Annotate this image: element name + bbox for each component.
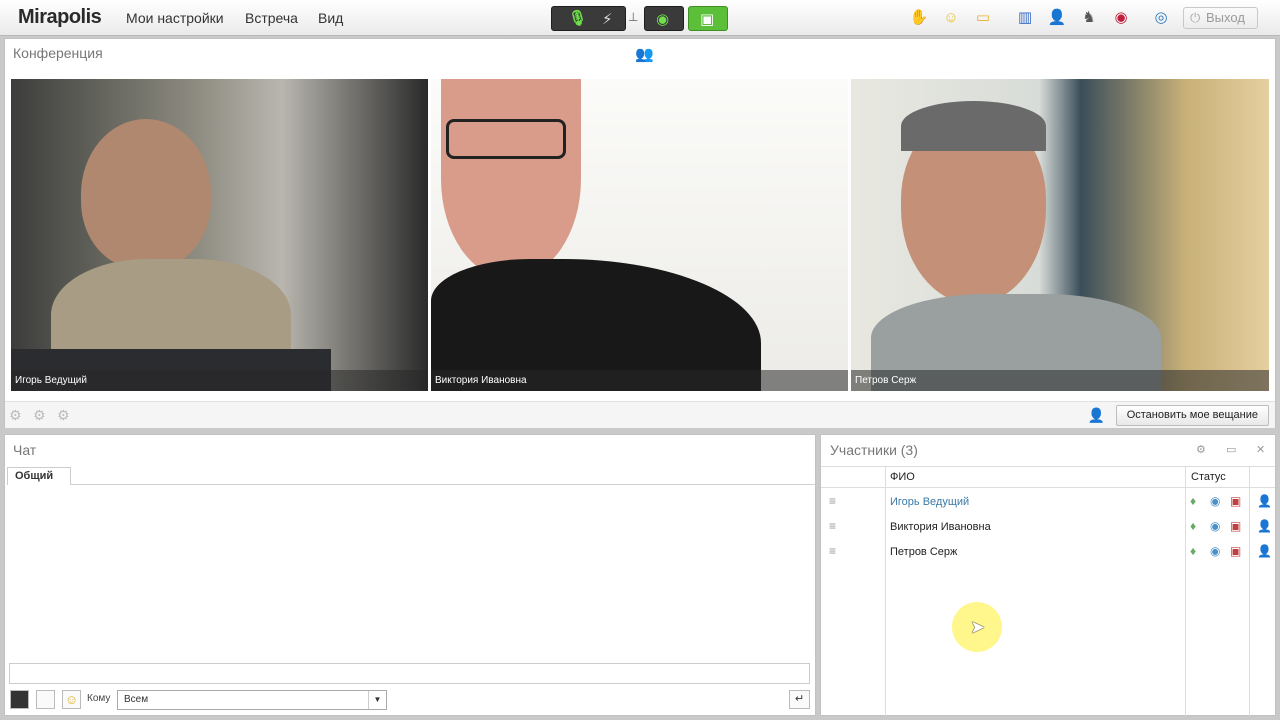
chat-message-input[interactable] xyxy=(9,663,810,684)
app-logo: Mirapolis xyxy=(18,6,102,28)
participant-face xyxy=(81,119,211,269)
tab-general[interactable]: Общий xyxy=(7,467,71,485)
lightning-icon[interactable]: ⚡ xyxy=(602,10,613,28)
user-icon[interactable]: 👤 xyxy=(1257,544,1272,558)
video-tile[interactable]: Петров Серж xyxy=(851,79,1269,391)
add-participant-icon[interactable]: 👥 xyxy=(635,45,654,63)
video-tile[interactable]: Игорь Ведущий xyxy=(11,79,428,391)
send-button[interactable]: ↵ xyxy=(789,690,810,709)
drag-handle-icon[interactable]: ≡ xyxy=(829,494,836,508)
participant-hair xyxy=(901,101,1046,151)
menu-view[interactable]: Вид xyxy=(318,10,343,26)
video-tile[interactable]: Виктория Ивановна xyxy=(431,79,848,391)
conference-title: Конференция xyxy=(13,45,103,61)
gear-icon[interactable]: ⚙ xyxy=(1196,443,1206,456)
drag-handle-icon[interactable]: ≡ xyxy=(829,519,836,533)
participants-panel: Участники (3) ⚙ ▭ ✕ ФИО Статус ≡ Игорь В… xyxy=(820,434,1276,716)
emoji-button[interactable]: ☺ xyxy=(62,690,81,709)
chat-tabs: Общий xyxy=(7,467,815,485)
logout-button[interactable]: ⏻ Выход xyxy=(1183,7,1258,29)
folder-icon[interactable]: ▭ xyxy=(973,8,993,28)
multi-settings-icon[interactable]: ⚙ xyxy=(57,407,70,424)
video-name-label: Петров Серж xyxy=(851,370,1269,391)
participant-row[interactable]: ≡ Виктория Ивановна ♦ ◉ ▣ 👤 xyxy=(821,515,1275,540)
microphone-icon[interactable]: 🎙 xyxy=(568,9,587,27)
smiley-icon[interactable]: ☺ xyxy=(941,8,961,28)
shield-icon: ♦ xyxy=(1190,494,1197,508)
column-status: Статус xyxy=(1191,471,1226,483)
raise-hand-icon[interactable]: ✋ xyxy=(909,8,929,28)
participant-name: Петров Серж xyxy=(890,546,958,558)
webcam-status-icon: ◉ xyxy=(1210,544,1221,558)
top-bar: Mirapolis Мои настройки Встреча Вид 🎙 ⚡ … xyxy=(0,0,1280,36)
users-icon[interactable]: 👤 xyxy=(1047,8,1067,28)
participant-row[interactable]: ≡ Петров Серж ♦ ◉ ▣ 👤 xyxy=(821,540,1275,565)
chart-icon[interactable]: ▥ xyxy=(1015,8,1035,28)
screen-status-icon: ▣ xyxy=(1230,544,1242,558)
mouse-cursor-icon: ➤ xyxy=(970,617,986,637)
volume-slider-icon[interactable]: ⊥ xyxy=(628,10,638,28)
column-name: ФИО xyxy=(890,471,915,483)
participant-name: Виктория Ивановна xyxy=(890,521,991,533)
presenter-icon[interactable]: ♞ xyxy=(1079,8,1099,28)
screen-icon: ▣ xyxy=(700,11,715,28)
shield-icon: ♦ xyxy=(1190,519,1197,533)
video-name-label: Игорь Ведущий xyxy=(11,370,428,391)
recipient-select[interactable]: Всем ▼ xyxy=(117,690,387,710)
participants-header: ФИО Статус xyxy=(821,466,1275,488)
menu-meeting[interactable]: Встреча xyxy=(245,10,298,26)
webcam-status-icon: ◉ xyxy=(1210,494,1221,508)
power-icon: ⏻ xyxy=(1190,10,1201,25)
menu-my-settings[interactable]: Мои настройки xyxy=(126,10,224,26)
settings-icon[interactable]: ⚙ xyxy=(33,407,46,424)
logout-label: Выход xyxy=(1206,10,1245,25)
screen-status-icon: ▣ xyxy=(1230,494,1242,508)
conference-panel: Конференция 👥 Игорь Ведущий Виктория Ива… xyxy=(4,38,1276,428)
record-icon[interactable]: ◉ xyxy=(1111,8,1131,28)
text-color-button[interactable] xyxy=(10,690,29,709)
participants-title: Участники (3) xyxy=(830,442,918,458)
camera-button[interactable]: ◉ xyxy=(644,6,684,31)
video-name-label: Виктория Ивановна xyxy=(431,370,848,391)
background-color-button[interactable] xyxy=(36,690,55,709)
chat-panel: Чат Общий ☺ Кому Всем ▼ ↵ xyxy=(4,434,816,716)
shield-icon: ♦ xyxy=(1190,544,1197,558)
screen-status-icon: ▣ xyxy=(1230,519,1242,533)
close-icon[interactable]: ✕ xyxy=(1256,443,1265,456)
audio-controls: 🎙 ⚡ xyxy=(551,6,626,31)
conference-footer: ⚙ ⚙ ⚙ 👤 Остановить мое вещание xyxy=(5,401,1275,428)
user-icon[interactable]: 👤 xyxy=(1257,494,1272,508)
recipient-value: Всем xyxy=(124,694,149,705)
help-icon[interactable]: ◎ xyxy=(1151,8,1171,28)
drag-handle-icon[interactable]: ≡ xyxy=(829,544,836,558)
user-icon[interactable]: 👤 xyxy=(1257,519,1272,533)
participant-face xyxy=(441,79,581,279)
chevron-down-icon: ▼ xyxy=(368,691,386,709)
participant-row[interactable]: ≡ Игорь Ведущий ♦ ◉ ▣ 👤 xyxy=(821,490,1275,515)
to-label: Кому xyxy=(87,693,111,704)
stop-broadcast-button[interactable]: Остановить мое вещание xyxy=(1115,405,1269,426)
webcam-icon: ◉ xyxy=(656,11,670,28)
screen-share-button[interactable]: ▣ xyxy=(688,6,728,31)
minimize-icon[interactable]: ▭ xyxy=(1226,443,1236,456)
chat-title: Чат xyxy=(13,442,37,458)
webcam-status-icon: ◉ xyxy=(1210,519,1221,533)
person-icon: 👤 xyxy=(1087,407,1105,423)
participant-name: Игорь Ведущий xyxy=(890,496,970,508)
glasses-shape xyxy=(446,119,566,159)
settings-icon[interactable]: ⚙ xyxy=(9,407,22,424)
